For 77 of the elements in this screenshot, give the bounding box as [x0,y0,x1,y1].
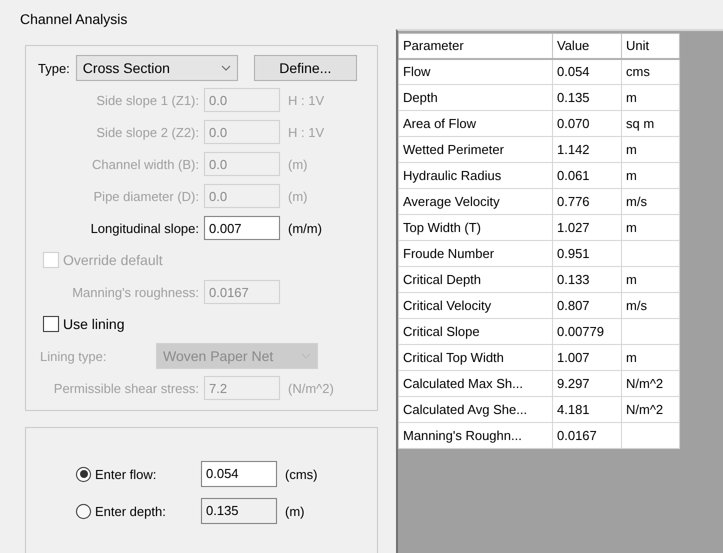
table-cell: cms [622,58,680,84]
unit-label: (m) [288,156,308,172]
table-cell: Critical Depth [398,266,552,292]
table-cell: Critical Top Width [398,344,552,370]
input-field[interactable]: 0.054 [201,461,277,487]
use-lining-checkbox[interactable]: Use lining [26,312,377,336]
table-cell [622,422,680,448]
table-cell: Area of Flow [398,110,552,136]
unit-label: (N/m^2) [288,380,334,396]
window-title: Channel Analysis [19,10,128,27]
table-cell: N/m^2 [622,370,680,396]
chevron-icon [220,65,231,71]
field-label: Side slope 2 (Z2): [95,124,200,140]
column-header[interactable]: Value [552,34,622,58]
table-cell: 9.297 [552,370,622,396]
column-header[interactable]: Unit [622,34,680,58]
type-label: Type: [38,60,70,76]
table-cell: Calculated Avg She... [398,396,552,422]
table-cell: N/m^2 [622,396,680,422]
table-cell: 0.061 [552,162,622,188]
table-cell [622,318,680,344]
table-cell [622,240,680,266]
table-cell: 0.135 [552,84,622,110]
field-label: Permissible shear stress: [52,380,200,396]
input-field[interactable]: 0.135 [201,498,277,524]
table-cell: 1.007 [552,344,622,370]
table-cell: Average Velocity [398,188,552,214]
field-label: Lining type: [39,348,108,364]
radio-label: Enter depth: [95,504,166,518]
table-cell: Critical Velocity [398,292,552,318]
table-cell: 0.776 [552,188,622,214]
table-cell: m/s [622,188,680,214]
field-label: Longitudinal slope: [90,220,200,236]
table-cell: Wetted Perimeter [398,136,552,162]
table-cell: m/s [622,292,680,318]
table-cell: Hydraulic Radius [398,162,552,188]
table-cell: Top Width (T) [398,214,552,240]
table-cell: 0.070 [552,110,622,136]
table-cell: 0.133 [552,266,622,292]
table-cell: m [622,214,680,240]
table-cell: Froude Number [398,240,552,266]
table-cell: m [622,266,680,292]
unit-label: H : 1V [288,124,324,140]
table-cell: Critical Slope [398,318,552,344]
table-cell: 0.951 [552,240,622,266]
table-cell: Calculated Max Sh... [398,370,552,396]
table-cell: 4.181 [552,396,622,422]
field-label: Side slope 1 (Z1): [95,92,200,108]
table-cell: 0.0167 [552,422,622,448]
unit-label: H : 1V [288,92,324,108]
table-cell: Depth [398,84,552,110]
define-button[interactable]: Define... [254,55,357,81]
unit-label: (m) [285,504,304,518]
table-cell: m [622,162,680,188]
table-cell: 0.807 [552,292,622,318]
column-header[interactable]: Parameter [398,34,552,58]
table-cell: 1.142 [552,136,622,162]
table-cell: 1.027 [552,214,622,240]
field-label: Pipe diameter (D): [92,188,200,204]
table-cell: sq m [622,110,680,136]
radio-button[interactable] [76,466,91,482]
table-cell: m [622,84,680,110]
table-cell: Manning's Roughn... [398,422,552,448]
unit-label: (m/m) [288,220,322,236]
field-label: Channel width (B): [91,156,200,172]
table-cell: 0.00779 [552,318,622,344]
radio-label: Enter flow: [95,466,156,482]
table-cell: m [622,136,680,162]
table-cell: m [622,344,680,370]
radio-button[interactable] [76,504,91,518]
unit-label: (cms) [285,466,318,482]
input-field[interactable]: 0.007 [204,216,280,240]
field-label: Manning's roughness: [71,284,200,300]
type-dropdown[interactable]: Cross Section [76,55,238,81]
unit-label: (m) [288,188,308,204]
table-cell: Flow [398,58,552,84]
table-cell: 0.054 [552,58,622,84]
